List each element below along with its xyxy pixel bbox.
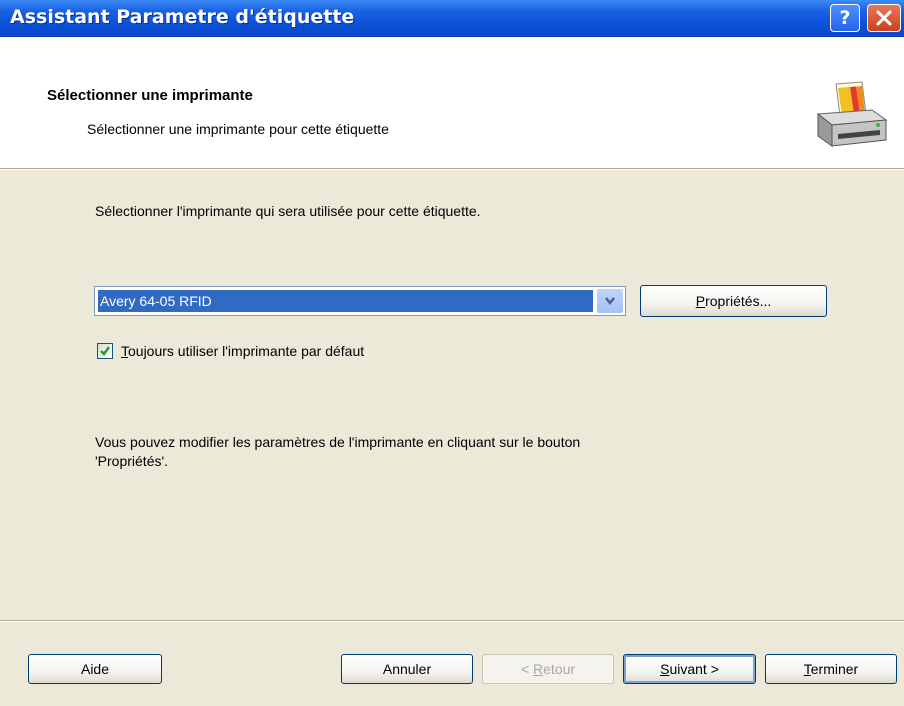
- close-button[interactable]: [867, 4, 901, 32]
- footer-divider-highlight: [0, 621, 904, 622]
- finish-mnemonic: T: [803, 661, 811, 677]
- header-separator: [0, 169, 904, 170]
- properties-note: Vous pouvez modifier les paramètres de l…: [95, 433, 795, 471]
- default-printer-option[interactable]: Toujours utiliser l'imprimante par défau…: [97, 342, 364, 360]
- help-button[interactable]: ?: [830, 4, 860, 32]
- cancel-button[interactable]: Annuler: [341, 654, 473, 684]
- note-line-1: Vous pouvez modifier les paramètres de l…: [95, 434, 581, 450]
- default-printer-label-text: oujours utiliser l'imprimante par défaut: [128, 343, 365, 359]
- window-title: Assistant Parametre d'étiquette: [10, 6, 355, 28]
- dropdown-button[interactable]: [597, 289, 623, 313]
- printer-select-value: Avery 64-05 RFID: [98, 290, 593, 312]
- default-printer-checkbox[interactable]: [97, 343, 113, 359]
- back-label: etour: [543, 661, 576, 677]
- close-icon: [876, 10, 892, 26]
- chevron-down-icon: [605, 297, 615, 306]
- printer-select[interactable]: Avery 64-05 RFID: [94, 286, 626, 316]
- next-label: uivant >: [669, 661, 719, 677]
- printer-icon: [816, 81, 888, 147]
- note-line-2: 'Propriétés'.: [95, 453, 169, 469]
- default-printer-mnemonic: T: [121, 343, 128, 359]
- back-button[interactable]: < Retour: [482, 654, 614, 684]
- checkmark-icon: [100, 346, 111, 356]
- help-footer-button[interactable]: Aide: [28, 654, 162, 684]
- properties-mnemonic: P: [695, 293, 706, 309]
- finish-button[interactable]: Terminer: [765, 654, 897, 684]
- next-button[interactable]: Suivant >: [623, 654, 756, 684]
- properties-button[interactable]: Propriétés...: [640, 285, 827, 317]
- finish-label: erminer: [810, 661, 859, 677]
- back-prefix: <: [520, 661, 534, 677]
- default-printer-label: Toujours utiliser l'imprimante par défau…: [121, 343, 364, 359]
- intro-text: Sélectionner l'imprimante qui sera utili…: [95, 203, 481, 219]
- back-mnemonic: R: [533, 661, 544, 677]
- header-title: Sélectionner une imprimante: [47, 87, 253, 104]
- properties-label: ropriétés...: [705, 293, 772, 309]
- title-bar[interactable]: Assistant Parametre d'étiquette ?: [0, 0, 904, 37]
- wizard-header: Sélectionner une imprimante Sélectionner…: [0, 37, 904, 169]
- header-subtitle: Sélectionner une imprimante pour cette é…: [87, 121, 389, 137]
